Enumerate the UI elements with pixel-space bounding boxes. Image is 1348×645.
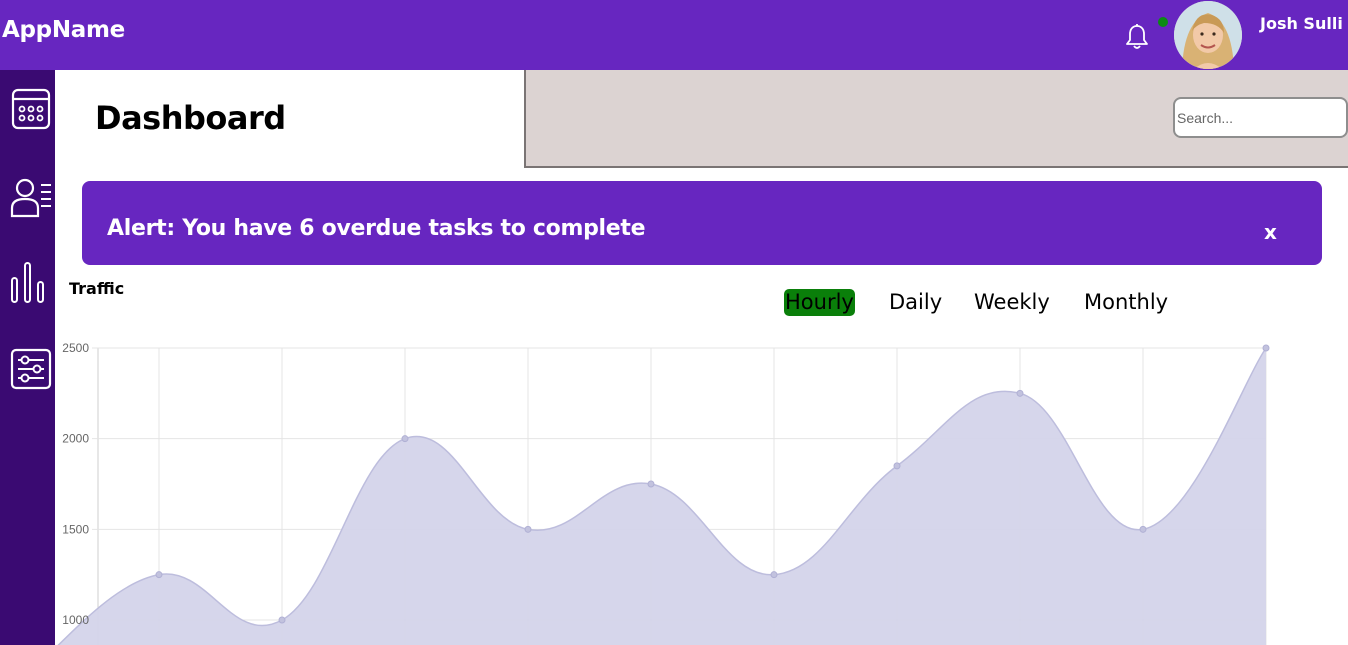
chart-icon[interactable]	[10, 260, 52, 304]
data-point[interactable]	[155, 571, 163, 579]
y-tick-label: 2000	[62, 432, 89, 446]
data-point[interactable]	[893, 462, 901, 470]
tab-weekly[interactable]: Weekly	[974, 289, 1050, 316]
traffic-label: Traffic	[69, 279, 125, 298]
data-point[interactable]	[278, 616, 286, 624]
y-tick-label: 2500	[62, 341, 89, 355]
user-name[interactable]: Josh Sulli	[1260, 14, 1343, 33]
y-tick-label: 1500	[62, 522, 89, 536]
members-icon[interactable]	[10, 175, 52, 219]
tab-monthly[interactable]: Monthly	[1084, 289, 1168, 316]
traffic-area	[58, 348, 1266, 645]
y-tick-label: 1000	[62, 613, 89, 627]
alert-close-button[interactable]: x	[1264, 220, 1277, 244]
search-input[interactable]	[1173, 97, 1348, 138]
calendar-icon[interactable]	[10, 88, 52, 132]
top-bar: AppName Josh Sulli	[0, 0, 1348, 70]
traffic-chart: 1000 1500 2000 2500	[57, 341, 1270, 645]
data-point[interactable]	[1262, 344, 1270, 352]
data-point[interactable]	[770, 571, 778, 579]
data-point[interactable]	[1016, 389, 1024, 397]
tab-hourly[interactable]: Hourly	[784, 289, 855, 316]
data-point[interactable]	[647, 480, 655, 488]
data-point[interactable]	[524, 525, 532, 533]
avatar-image	[1174, 1, 1242, 69]
page-title: Dashboard	[95, 99, 286, 137]
app-name[interactable]: AppName	[2, 17, 125, 43]
notification-status-dot	[1158, 17, 1168, 27]
avatar[interactable]	[1174, 1, 1242, 69]
tab-daily[interactable]: Daily	[889, 289, 942, 316]
data-point[interactable]	[1139, 525, 1147, 533]
alert-text: Alert: You have 6 overdue tasks to compl…	[107, 216, 646, 241]
data-point[interactable]	[401, 435, 409, 443]
sidebar	[0, 70, 55, 645]
bell-icon[interactable]	[1124, 23, 1150, 51]
settings-sliders-icon[interactable]	[10, 348, 52, 392]
alert-banner: Alert: You have 6 overdue tasks to compl…	[82, 181, 1322, 265]
